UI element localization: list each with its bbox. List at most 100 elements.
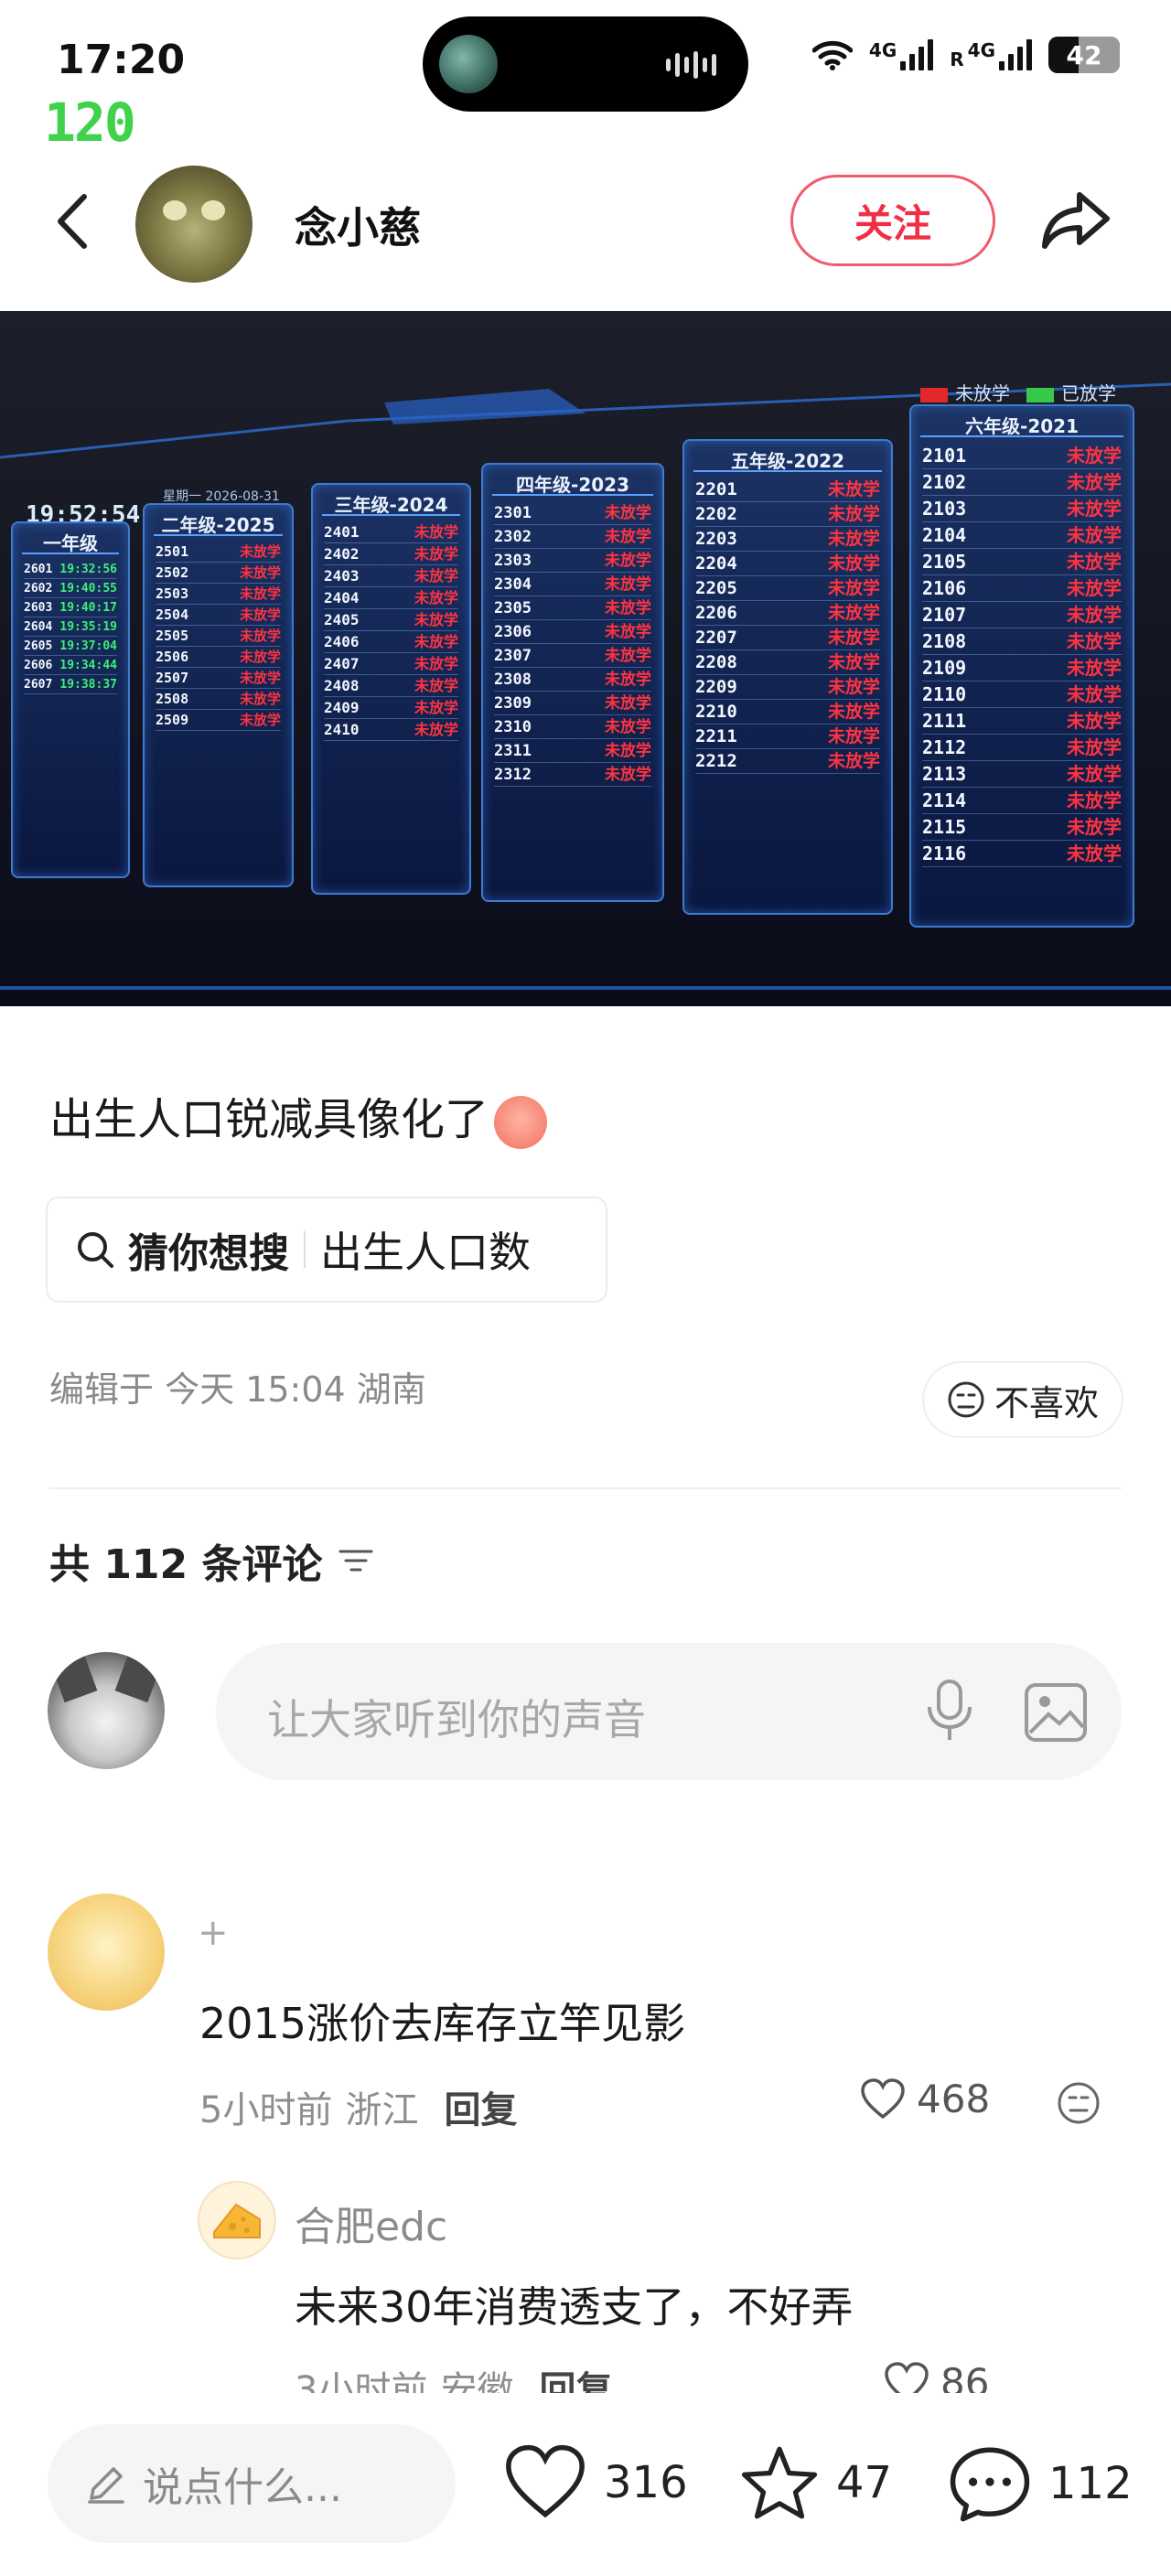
class-row: 2108 未放学 xyxy=(922,628,1122,655)
status-time: 17:20 xyxy=(57,37,186,83)
search-chip-query: 出生人口数 xyxy=(320,1228,531,1277)
post-photo[interactable]: 未放学 已放学 19:52:54 星期一 2026-08-31 一年级 2601 1… xyxy=(0,311,1171,1006)
comment-count-header: 共 112 条评论 xyxy=(49,1531,375,1590)
class-status: 未放学 xyxy=(605,552,651,570)
class-status: 未放学 xyxy=(1067,843,1122,864)
class-number: 2109 xyxy=(922,657,967,679)
share-icon[interactable] xyxy=(1037,182,1114,259)
class-number: 2113 xyxy=(922,763,967,785)
class-number: 2106 xyxy=(922,577,967,599)
search-chip-label: 猜你想搜 xyxy=(128,1230,289,1277)
class-status: 未放学 xyxy=(1067,577,1122,599)
search-icon xyxy=(78,1232,113,1268)
class-number: 2116 xyxy=(922,843,967,864)
class-row: 2308 未放学 xyxy=(494,668,651,692)
follow-button[interactable]: 关注 xyxy=(790,175,995,266)
class-status: 19:37:04 xyxy=(59,639,117,653)
dislike-button[interactable]: 不喜欢 xyxy=(922,1361,1123,1438)
grade-panel-title: 三年级-2024 xyxy=(322,485,460,516)
post-like-button[interactable]: 316 xyxy=(503,2444,688,2521)
class-row: 2405 未放学 xyxy=(324,609,458,631)
dynamic-island[interactable] xyxy=(423,16,748,112)
author-avatar[interactable] xyxy=(135,166,252,283)
comment-input[interactable]: 让大家听到你的声音 xyxy=(216,1643,1122,1780)
grade-panel-rows: 2301 未放学 2302 未放学 2303 未放学 2304 未放学 2305 未放学 2306 未… xyxy=(483,496,662,787)
search-chip-divider xyxy=(304,1231,306,1268)
class-status: 未放学 xyxy=(1067,763,1122,785)
class-number: 2503 xyxy=(156,585,189,602)
suggested-search-chip[interactable]: 猜你想搜 出生人口数 xyxy=(46,1197,607,1303)
class-row: 2112 未放学 xyxy=(922,735,1122,761)
dislike-face-icon[interactable] xyxy=(1056,2080,1101,2126)
image-icon[interactable] xyxy=(1023,1681,1089,1744)
comment-like-button[interactable]: 468 xyxy=(860,2077,990,2121)
comment-count: 共 112 条评论 xyxy=(49,1541,323,1588)
dislike-face-icon xyxy=(948,1381,984,1418)
class-status: 未放学 xyxy=(605,528,651,546)
class-row: 2403 未放学 xyxy=(324,565,458,587)
class-row: 2507 未放学 xyxy=(156,668,281,689)
class-status: 未放学 xyxy=(1067,657,1122,679)
class-number: 2502 xyxy=(156,564,189,581)
cheese-icon xyxy=(213,2203,261,2238)
commenter-avatar[interactable] xyxy=(48,1894,165,2011)
class-row: 2406 未放学 xyxy=(324,631,458,653)
class-row: 2304 未放学 xyxy=(494,573,651,596)
class-row: 2501 未放学 xyxy=(156,542,281,563)
reply-button[interactable]: 回复 xyxy=(444,2080,517,2133)
class-row: 2301 未放学 xyxy=(494,501,651,525)
comment-meta: 5小时前 浙江 回复 xyxy=(199,2080,517,2133)
class-number: 2111 xyxy=(922,710,967,732)
class-status: 未放学 xyxy=(1067,551,1122,573)
class-number: 2304 xyxy=(494,575,532,594)
post-comment-button[interactable]: 112 xyxy=(948,2444,1133,2523)
post-favorite-button[interactable]: 47 xyxy=(739,2444,892,2521)
class-number: 2208 xyxy=(695,652,737,672)
class-status: 未放学 xyxy=(605,742,651,760)
class-row: 2305 未放学 xyxy=(494,596,651,620)
class-number: 2404 xyxy=(324,589,360,606)
class-number: 2302 xyxy=(494,528,532,546)
class-number: 2201 xyxy=(695,479,737,499)
class-status: 未放学 xyxy=(239,585,281,602)
pencil-icon xyxy=(88,2467,124,2504)
class-number: 2103 xyxy=(922,498,967,520)
reply-avatar[interactable] xyxy=(198,2181,276,2259)
class-number: 2202 xyxy=(695,504,737,524)
class-number: 2114 xyxy=(922,789,967,811)
class-number: 2303 xyxy=(494,552,532,570)
board-legend: 未放学 已放学 xyxy=(920,379,1116,405)
grade-panel-rows: 2101 未放学 2102 未放学 2103 未放学 2104 未放学 2105 未放学 2106 未… xyxy=(911,437,1133,867)
comment-icon xyxy=(950,2447,1030,2522)
class-number: 2209 xyxy=(695,677,737,697)
class-row: 2601 19:32:56 xyxy=(24,560,117,579)
heart-icon xyxy=(506,2444,585,2518)
class-status: 未放学 xyxy=(827,677,880,697)
class-number: 2307 xyxy=(494,647,532,665)
class-number: 2402 xyxy=(324,545,360,563)
class-row: 2201 未放学 xyxy=(695,478,880,502)
reply-author-name[interactable]: 合肥edc xyxy=(295,2194,447,2252)
grade-panel-rows: 2601 19:32:56 2602 19:40:55 2603 19:40:17 2604… xyxy=(13,554,128,694)
sort-icon[interactable] xyxy=(337,1546,375,1575)
class-number: 2406 xyxy=(324,633,360,650)
class-row: 2312 未放学 xyxy=(494,763,651,787)
say-something-input[interactable]: 说点什么... xyxy=(48,2424,456,2543)
class-row: 2306 未放学 xyxy=(494,620,651,644)
class-number: 2605 xyxy=(24,639,53,653)
microphone-icon[interactable] xyxy=(924,1678,975,1744)
author-name[interactable]: 念小慈 xyxy=(295,195,421,255)
class-status: 未放学 xyxy=(827,628,880,648)
commenter-name[interactable]: + xyxy=(198,1912,229,1954)
class-row: 2302 未放学 xyxy=(494,525,651,549)
class-status: 未放学 xyxy=(1067,789,1122,811)
class-row: 2207 未放学 xyxy=(695,626,880,650)
class-row: 2503 未放学 xyxy=(156,584,281,605)
class-number: 2107 xyxy=(922,604,967,626)
class-row: 2102 未放学 xyxy=(922,469,1122,496)
class-row: 2203 未放学 xyxy=(695,527,880,552)
class-number: 2211 xyxy=(695,726,737,746)
back-icon[interactable] xyxy=(48,189,102,253)
class-row: 2211 未放学 xyxy=(695,724,880,749)
class-row: 2209 未放学 xyxy=(695,675,880,700)
